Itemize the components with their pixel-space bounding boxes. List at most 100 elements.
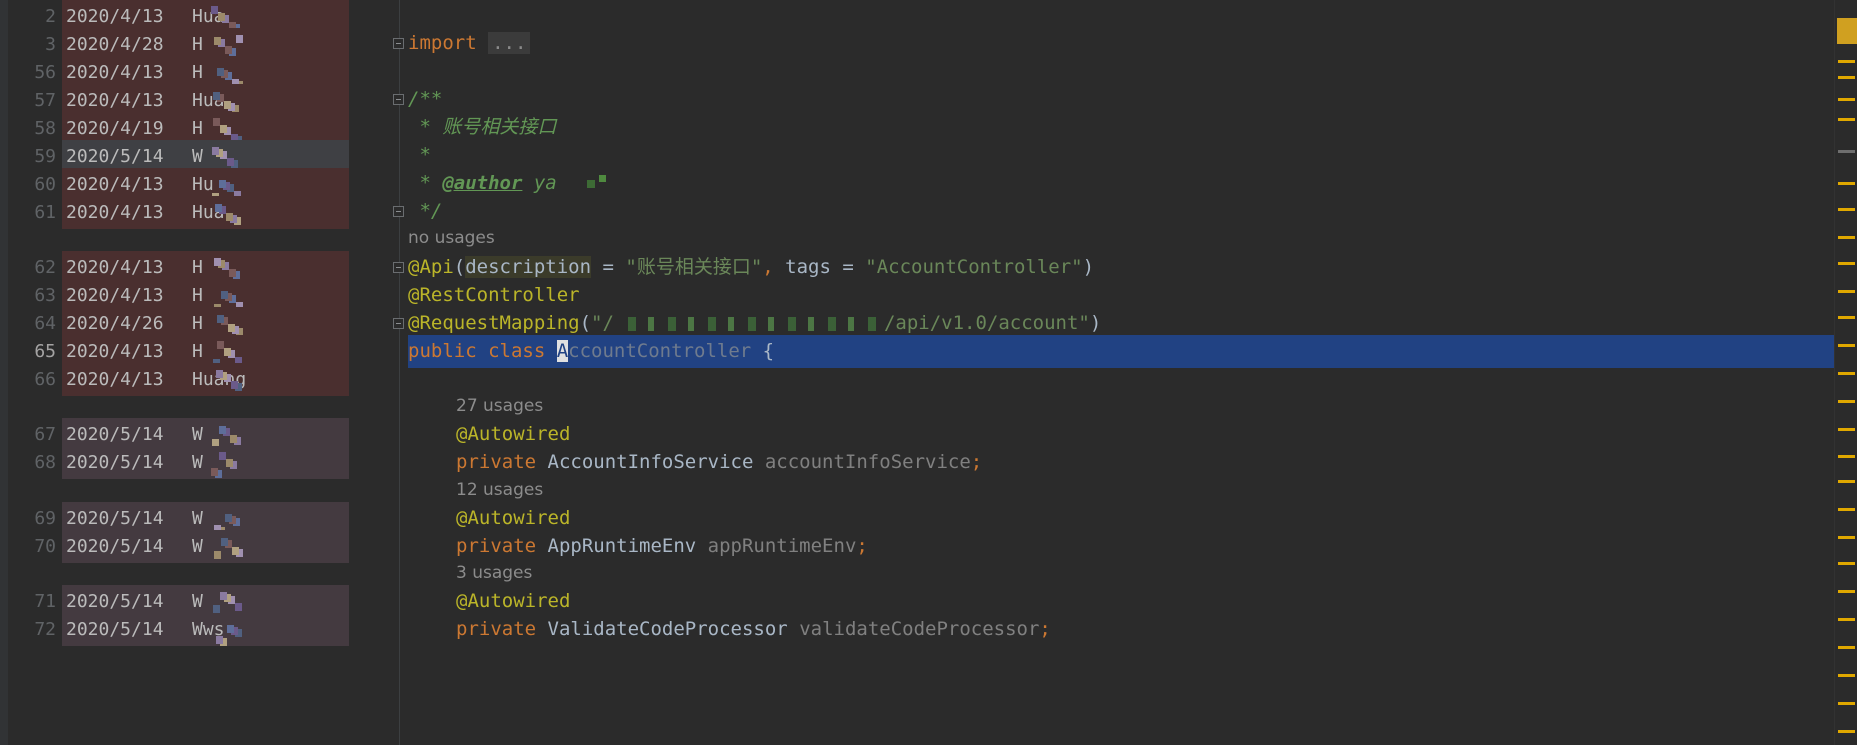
redaction-pixel bbox=[220, 125, 227, 133]
javadoc-close: */ bbox=[408, 200, 443, 222]
redaction-pixel bbox=[220, 592, 227, 600]
redaction-pixel bbox=[219, 180, 226, 188]
fold-javadoc-end-icon[interactable] bbox=[393, 206, 404, 217]
field-name: accountInfoService bbox=[764, 451, 971, 473]
stripe-marker[interactable] bbox=[1838, 646, 1855, 649]
blame-row[interactable]: 72 2020/5/14 Wws bbox=[16, 613, 406, 646]
javadoc-description: * 账号相关接口 bbox=[408, 116, 557, 138]
autowired-annotation: @Autowired bbox=[456, 423, 571, 445]
private-keyword: private bbox=[456, 451, 548, 473]
stripe-marker[interactable] bbox=[1838, 455, 1855, 458]
redaction-pixel bbox=[232, 547, 239, 555]
stripe-marker[interactable] bbox=[1838, 702, 1855, 705]
redaction-pixel bbox=[219, 452, 226, 460]
redaction-pixel bbox=[211, 6, 218, 14]
code-line-class-declaration[interactable]: public class AccountController { bbox=[408, 335, 1837, 368]
redaction-pixel bbox=[228, 324, 235, 332]
comma: , bbox=[762, 256, 786, 278]
field-name: appRuntimeEnv bbox=[707, 535, 857, 557]
semicolon: ; bbox=[1039, 618, 1051, 640]
semicolon: ; bbox=[970, 451, 983, 473]
code-line-field3[interactable]: private ValidateCodeProcessor validateCo… bbox=[456, 613, 1837, 646]
stripe-marker[interactable] bbox=[1838, 182, 1855, 185]
git-annotate-panel: 2 2020/4/13 Hua 3 2020/4/28 H 56 2020/4/13 H 57 20… bbox=[8, 0, 398, 745]
stripe-marker[interactable] bbox=[1838, 208, 1855, 211]
text-caret[interactable]: A bbox=[556, 340, 569, 362]
redaction-pixel bbox=[213, 118, 220, 126]
redaction-pixel bbox=[212, 147, 219, 155]
stripe-marker[interactable] bbox=[1838, 98, 1855, 101]
redaction-pixel bbox=[221, 291, 228, 299]
redaction-pixel bbox=[236, 35, 243, 43]
stripe-marker[interactable] bbox=[1838, 590, 1855, 593]
redaction-pixel bbox=[235, 603, 242, 611]
stripe-marker[interactable] bbox=[1838, 76, 1855, 79]
line-number[interactable]: 72 bbox=[16, 613, 56, 646]
javadoc-star: * bbox=[408, 172, 443, 194]
paren: ) bbox=[1082, 256, 1095, 278]
stripe-marker[interactable] bbox=[1838, 618, 1855, 621]
fold-javadoc-icon[interactable] bbox=[393, 94, 404, 105]
stripe-marker[interactable] bbox=[1838, 674, 1855, 677]
code-editor[interactable]: import ... /** * 账号相关接口 * * @author ya *… bbox=[408, 0, 1837, 745]
stripe-marker[interactable] bbox=[1838, 344, 1855, 347]
stripe-marker[interactable] bbox=[1838, 480, 1855, 483]
private-keyword: private bbox=[456, 535, 548, 557]
stripe-marker[interactable] bbox=[1838, 508, 1855, 511]
stripe-marker[interactable] bbox=[1838, 60, 1855, 63]
redaction-pixel bbox=[224, 348, 231, 356]
fold-annotations-icon[interactable] bbox=[393, 262, 404, 273]
equals: = bbox=[830, 256, 866, 278]
string-path-start: "/ bbox=[591, 312, 614, 334]
api-annotation: @Api bbox=[408, 256, 454, 278]
stripe-marker[interactable] bbox=[1838, 400, 1855, 403]
javadoc-author-tag: @author bbox=[442, 172, 523, 194]
redaction-pixel bbox=[230, 435, 237, 443]
javadoc-blank: * bbox=[408, 144, 431, 166]
code-line-import[interactable]: import ... bbox=[408, 27, 1837, 60]
field-type: AccountInfoService bbox=[547, 451, 765, 473]
semicolon: ; bbox=[856, 535, 868, 557]
javadoc-author-name: ya bbox=[522, 172, 557, 194]
stripe-marker[interactable] bbox=[1838, 428, 1855, 431]
stripe-marker[interactable] bbox=[1838, 316, 1855, 319]
field-name: validateCodeProcessor bbox=[799, 618, 1040, 640]
redaction-pixel bbox=[215, 204, 222, 212]
stripe-marker[interactable] bbox=[1838, 118, 1855, 121]
stripe-marker[interactable] bbox=[1838, 150, 1855, 153]
redaction-pixel bbox=[217, 315, 224, 323]
redaction-pixel bbox=[221, 538, 228, 546]
stripe-marker[interactable] bbox=[1838, 236, 1855, 239]
blame-date[interactable]: 2020/5/14 bbox=[66, 613, 164, 646]
redaction-pixel bbox=[213, 605, 220, 613]
field-type: AppRuntimeEnv bbox=[547, 535, 708, 557]
file-status-marker[interactable] bbox=[1837, 18, 1857, 44]
redaction-pixel bbox=[225, 46, 232, 54]
private-keyword: private bbox=[456, 618, 548, 640]
import-fold-placeholder[interactable]: ... bbox=[488, 32, 531, 54]
requestmapping-annotation: @RequestMapping bbox=[408, 312, 580, 334]
stripe-marker[interactable] bbox=[1838, 262, 1855, 265]
redaction-pixel bbox=[226, 213, 233, 221]
redaction-pixel bbox=[217, 68, 224, 76]
redacted-path-segment bbox=[613, 316, 884, 331]
fold-annotations-end-icon[interactable] bbox=[393, 318, 404, 329]
stripe-marker[interactable] bbox=[1838, 290, 1855, 293]
stripe-marker[interactable] bbox=[1838, 562, 1855, 565]
paren: ( bbox=[579, 312, 592, 334]
stripe-marker[interactable] bbox=[1838, 536, 1855, 539]
redaction-pixel bbox=[216, 636, 223, 644]
stripe-marker[interactable] bbox=[1838, 730, 1855, 733]
javadoc-open: /** bbox=[408, 88, 443, 110]
autowired-annotation: @Autowired bbox=[456, 507, 571, 529]
redaction-pixel bbox=[586, 179, 595, 188]
redaction-pixel bbox=[213, 92, 220, 100]
fold-import-icon[interactable] bbox=[393, 38, 404, 49]
string-path-end: /api/v1.0/account" bbox=[883, 312, 1090, 334]
field-type: ValidateCodeProcessor bbox=[547, 618, 800, 640]
error-stripe-scrollbar[interactable] bbox=[1834, 0, 1857, 745]
redaction-pixel bbox=[214, 37, 221, 45]
redaction-pixel bbox=[227, 158, 234, 166]
stripe-marker[interactable] bbox=[1838, 372, 1855, 375]
paren: ) bbox=[1089, 312, 1102, 334]
